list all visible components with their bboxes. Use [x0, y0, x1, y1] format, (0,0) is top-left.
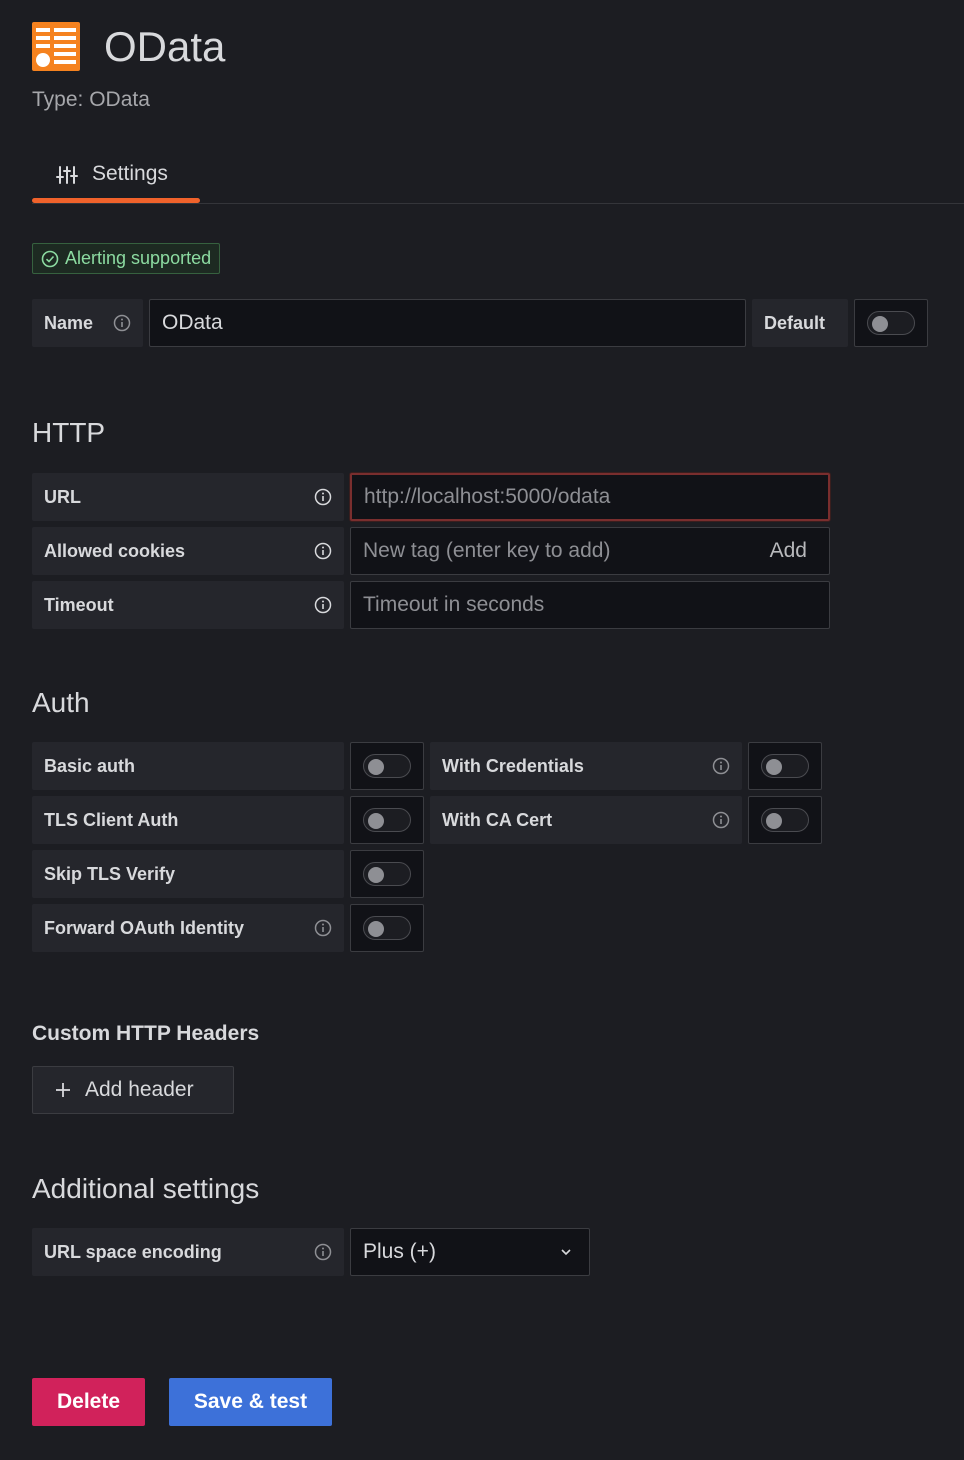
- timeout-label: Timeout: [32, 581, 344, 629]
- save-test-button[interactable]: Save & test: [169, 1378, 332, 1426]
- info-icon[interactable]: [113, 314, 131, 332]
- with-ca-cert-toggle-box: [748, 796, 822, 844]
- add-cookie-button[interactable]: Add: [770, 539, 807, 563]
- auth-section-title: Auth: [32, 687, 90, 718]
- allowed-cookies-label: Allowed cookies: [32, 527, 344, 575]
- basic-auth-toggle-box: [350, 742, 424, 790]
- default-toggle[interactable]: [867, 311, 915, 335]
- url-input[interactable]: http://localhost:5000/odata: [350, 473, 830, 521]
- http-section-title: HTTP: [32, 417, 106, 448]
- tls-client-auth-toggle[interactable]: [363, 808, 411, 832]
- with-ca-cert-label: With CA Cert: [430, 796, 742, 844]
- tab-settings-label: Settings: [92, 162, 168, 185]
- with-credentials-toggle[interactable]: [761, 754, 809, 778]
- allowed-cookies-input[interactable]: New tag (enter key to add) Add: [350, 527, 830, 575]
- info-icon[interactable]: [712, 757, 730, 775]
- name-label: Name: [32, 299, 143, 347]
- info-icon[interactable]: [314, 488, 332, 506]
- with-credentials-toggle-box: [748, 742, 822, 790]
- name-input[interactable]: OData: [149, 299, 746, 347]
- delete-button[interactable]: Delete: [32, 1378, 145, 1426]
- info-icon[interactable]: [314, 542, 332, 560]
- skip-tls-verify-toggle-box: [350, 850, 424, 898]
- forward-oauth-toggle[interactable]: [363, 916, 411, 940]
- page-title: OData: [104, 23, 226, 70]
- forward-oauth-label: Forward OAuth Identity: [32, 904, 344, 952]
- url-encoding-select[interactable]: Plus (+): [350, 1228, 590, 1276]
- basic-auth-toggle[interactable]: [363, 754, 411, 778]
- plus-icon: [56, 1083, 70, 1097]
- add-header-button[interactable]: Add header: [32, 1066, 234, 1114]
- check-circle-icon: [41, 250, 59, 267]
- timeout-input[interactable]: Timeout in seconds: [350, 581, 830, 629]
- tls-client-auth-toggle-box: [350, 796, 424, 844]
- skip-tls-verify-label: Skip TLS Verify: [32, 850, 344, 898]
- chevron-down-icon: [561, 1249, 571, 1256]
- default-label: Default: [752, 299, 848, 347]
- active-tab-indicator: [32, 198, 200, 203]
- default-toggle-box: [854, 299, 928, 347]
- page-subtitle: Type: OData: [32, 88, 150, 111]
- info-icon[interactable]: [712, 811, 730, 829]
- url-label: URL: [32, 473, 344, 521]
- alerting-badge: Alerting supported: [32, 243, 221, 274]
- with-ca-cert-toggle[interactable]: [761, 808, 809, 832]
- basic-auth-label: Basic auth: [32, 742, 344, 790]
- info-icon[interactable]: [314, 919, 332, 937]
- tab-settings[interactable]: Settings: [32, 158, 200, 204]
- url-encoding-label: URL space encoding: [32, 1228, 344, 1276]
- additional-settings-title: Additional settings: [32, 1173, 260, 1204]
- badge-text: Alerting supported: [65, 248, 212, 268]
- skip-tls-verify-toggle[interactable]: [363, 862, 411, 886]
- tls-client-auth-label: TLS Client Auth: [32, 796, 344, 844]
- custom-headers-title: Custom HTTP Headers: [32, 1022, 260, 1045]
- info-icon[interactable]: [314, 1243, 332, 1261]
- with-credentials-label: With Credentials: [430, 742, 742, 790]
- forward-oauth-toggle-box: [350, 904, 424, 952]
- datasource-logo: [32, 22, 80, 71]
- info-icon[interactable]: [314, 596, 332, 614]
- sliders-icon: [56, 166, 78, 184]
